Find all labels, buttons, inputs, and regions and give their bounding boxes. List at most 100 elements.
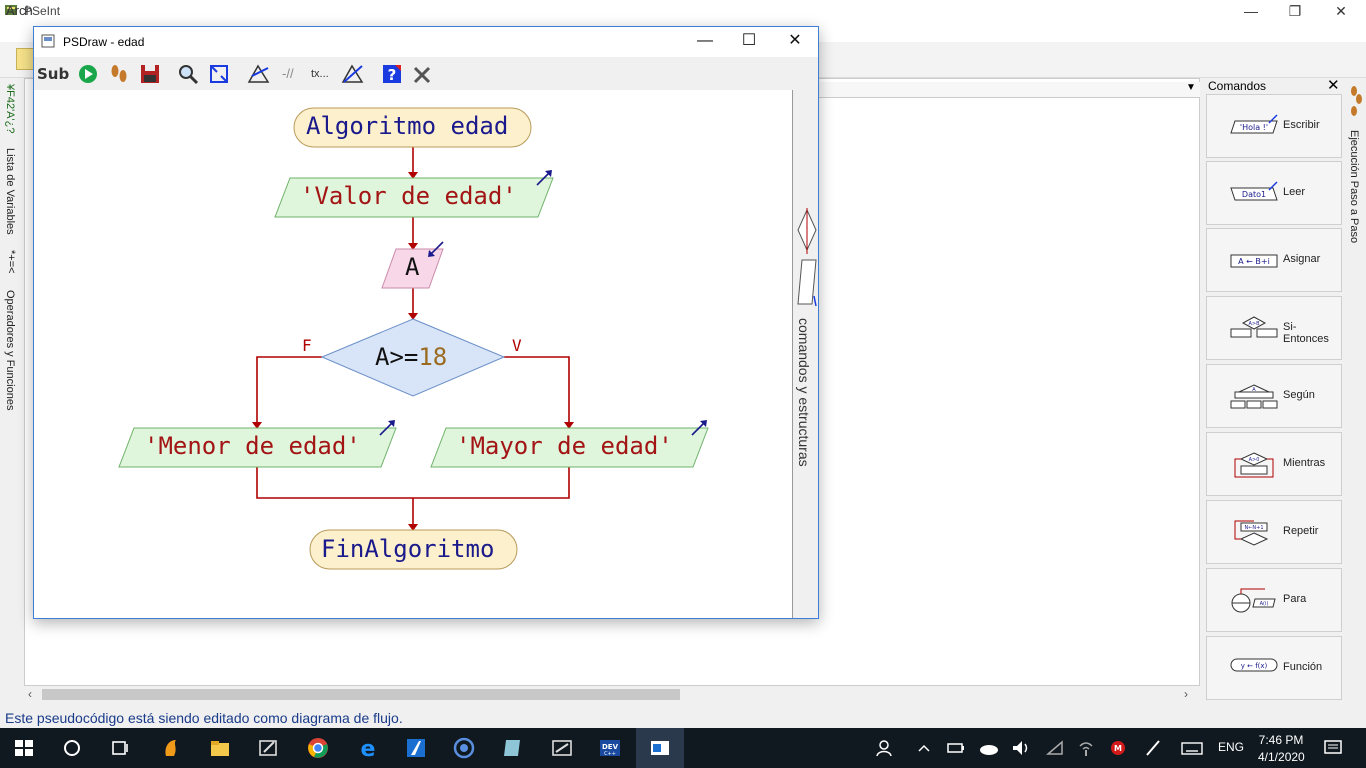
fl-studio-icon[interactable]: [160, 736, 184, 760]
fit-icon[interactable]: [207, 62, 231, 86]
step-icon[interactable]: [107, 62, 131, 86]
language-indicator[interactable]: ENG: [1218, 740, 1244, 754]
while-icon: A>0: [1234, 452, 1274, 478]
repeat-icon: N←N+1: [1234, 520, 1269, 546]
restore-button[interactable]: ❐: [1272, 0, 1318, 22]
circle-app-icon[interactable]: [452, 736, 476, 760]
psdraw-close-button[interactable]: ✕: [772, 27, 818, 55]
psdraw-app-icon: [41, 34, 55, 48]
function-icon-text: y ← f(x): [1241, 662, 1268, 670]
scroll-left-icon[interactable]: ‹: [28, 687, 32, 701]
edge-icon[interactable]: e: [356, 736, 380, 760]
condition-number: 18: [418, 343, 448, 371]
command-label: Mientras: [1283, 457, 1326, 469]
command-label: Escribir: [1283, 119, 1320, 131]
show-hidden-icons-icon[interactable]: [916, 736, 932, 760]
pen-icon[interactable]: [1142, 736, 1164, 760]
command-label: Si-Entonces: [1283, 321, 1329, 345]
svg-text:C++: C++: [604, 751, 616, 757]
commands-panel-close-icon[interactable]: ✕: [1327, 76, 1340, 94]
command-label: Asignar: [1283, 253, 1321, 265]
variables-tab[interactable]: Lista de Variables: [4, 148, 16, 235]
variables-tab-icon[interactable]: ¥F42'A'¿?: [4, 84, 16, 133]
command-leer[interactable]: Dato1 Leer: [1206, 161, 1342, 225]
tab-list-dropdown-icon[interactable]: ▼: [1186, 82, 1196, 93]
help-icon[interactable]: ?: [380, 62, 404, 86]
search-icon[interactable]: [60, 736, 84, 760]
run-icon[interactable]: [76, 62, 100, 86]
comment-icon[interactable]: -//: [282, 62, 302, 86]
command-escribir[interactable]: 'Hola !' Escribir: [1206, 94, 1342, 158]
volume-icon[interactable]: [1010, 736, 1032, 760]
step-by-step-icon[interactable]: [1349, 84, 1363, 120]
main-titlebar: [0, 0, 1366, 22]
operators-tab[interactable]: Operadores y Funciones: [4, 290, 16, 410]
onedrive-icon[interactable]: [978, 736, 1000, 760]
people-icon[interactable]: [874, 736, 894, 760]
switch-icon-text: A: [1252, 387, 1256, 393]
close-button[interactable]: ✕: [1318, 0, 1364, 22]
scrollbar-thumb[interactable]: [42, 689, 680, 700]
command-label: Para: [1283, 593, 1307, 605]
clock-date[interactable]: 4/1/2020: [1258, 750, 1305, 764]
psdraw-title: PSDraw - edad: [63, 35, 145, 49]
zoom-icon[interactable]: [176, 62, 200, 86]
command-label: Repetir: [1283, 525, 1319, 537]
commands-panel-title: Comandos: [1208, 79, 1267, 93]
photo-app-icon[interactable]: [550, 736, 574, 760]
windows-start-icon[interactable]: [12, 736, 36, 760]
notes-app-icon[interactable]: [500, 736, 524, 760]
clock-time[interactable]: 7:46 PM: [1258, 733, 1304, 747]
command-si-entonces[interactable]: A>B Si-Entonces: [1206, 296, 1342, 360]
assign-icon: A ← B+i: [1230, 254, 1278, 268]
read-icon: Dato1: [1230, 181, 1278, 201]
command-para[interactable]: A(i) Para: [1206, 568, 1342, 632]
editor-tabstrip: [818, 82, 1200, 98]
command-label: Leer: [1283, 186, 1306, 198]
output-valor-label: 'Valor de edad': [300, 182, 517, 210]
task-view-icon[interactable]: [108, 736, 132, 760]
command-funcion[interactable]: y ← f(x) Función: [1206, 636, 1342, 700]
status-text: Este pseudocódigo está siendo editado co…: [5, 710, 403, 726]
svg-text:M: M: [1114, 744, 1122, 753]
sub-icon[interactable]: Sub: [37, 62, 69, 86]
command-repetir[interactable]: N←N+1 Repetir: [1206, 500, 1342, 564]
structures-tab[interactable]: comandos y estructuras: [796, 318, 812, 467]
text-icon[interactable]: tx...: [311, 62, 335, 86]
structures-side-icons[interactable]: [796, 208, 818, 308]
minimize-button[interactable]: —: [1228, 0, 1274, 22]
file-explorer-icon[interactable]: [208, 736, 232, 760]
wifi-icon[interactable]: [1044, 736, 1066, 760]
menu-archivo[interactable]: Arch: [6, 3, 33, 18]
debug-icon[interactable]: [246, 62, 272, 86]
step-by-step-tab[interactable]: Ejecución Paso a Paso: [1348, 130, 1360, 243]
command-mientras[interactable]: A>0 Mientras: [1206, 432, 1342, 496]
config-icon[interactable]: [340, 62, 366, 86]
input-a-label: A: [405, 253, 420, 281]
assign-icon-text: A ← B+i: [1238, 257, 1270, 266]
start-label: Algoritmo edad: [306, 112, 508, 140]
condition-expression: A>=: [375, 343, 419, 371]
dev-cpp-icon[interactable]: DEVC++: [598, 736, 622, 760]
function-icon: y ← f(x): [1230, 658, 1278, 672]
network-icon[interactable]: [1076, 736, 1096, 760]
editor-app-icon[interactable]: [256, 736, 280, 760]
psdraw-maximize-button[interactable]: ☐: [726, 27, 772, 55]
antivirus-icon[interactable]: M: [1108, 736, 1128, 760]
keyboard-icon[interactable]: [1180, 736, 1204, 760]
psdraw-minimize-button[interactable]: —: [682, 27, 728, 55]
pseint-task-icon[interactable]: [648, 736, 672, 760]
svg-text:e: e: [361, 737, 376, 760]
save-icon[interactable]: [138, 62, 162, 86]
design-app-icon[interactable]: [404, 736, 428, 760]
battery-icon[interactable]: [946, 736, 966, 760]
chrome-icon[interactable]: [306, 736, 330, 760]
close-tool-icon[interactable]: [411, 62, 433, 86]
command-segun[interactable]: A Según: [1206, 364, 1342, 428]
scroll-right-icon[interactable]: ›: [1184, 687, 1188, 701]
command-asignar[interactable]: A ← B+i Asignar: [1206, 228, 1342, 292]
operators-tab-icon[interactable]: *+=<: [5, 250, 17, 274]
for-icon-text: A(i): [1260, 601, 1269, 607]
command-label: Función: [1283, 661, 1323, 673]
notifications-icon[interactable]: [1322, 736, 1344, 760]
